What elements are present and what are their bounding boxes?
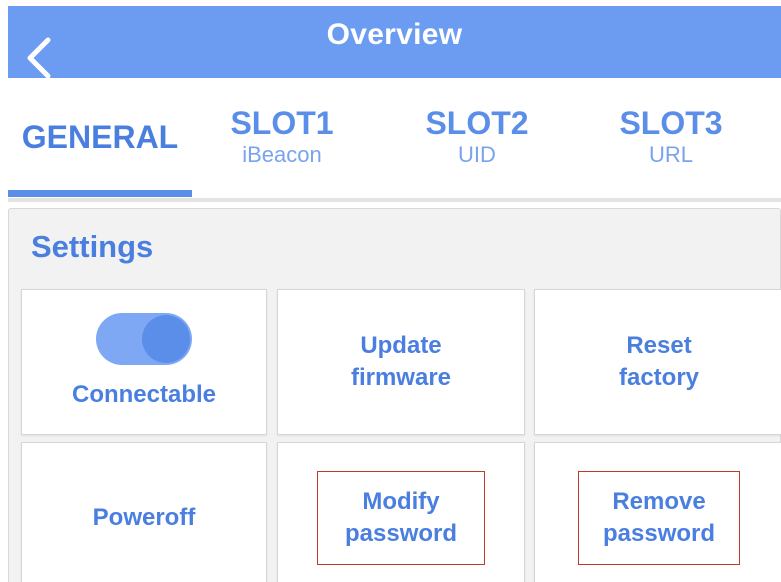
- tab-general[interactable]: GENERAL: [8, 118, 192, 156]
- update-firmware-button[interactable]: Update firmware: [277, 289, 525, 435]
- tab-slot1-label: SLOT1: [230, 105, 334, 141]
- connectable-toggle[interactable]: [96, 313, 192, 365]
- overview-screen: Overview GENERAL SLOT1 iBeacon SLOT2 UID…: [0, 0, 781, 582]
- top-nav-bar: Overview: [8, 6, 781, 79]
- toggle-knob: [142, 315, 190, 363]
- tab-slot3[interactable]: SLOT3 URL: [604, 104, 738, 168]
- modify-password-label: Modify password: [344, 488, 458, 547]
- update-firmware-label: Update firmware: [350, 332, 452, 391]
- tab-slot3-label: SLOT3: [619, 105, 723, 141]
- poweroff-button[interactable]: Poweroff: [21, 442, 267, 582]
- modify-password-button[interactable]: Modify password: [277, 442, 525, 582]
- connectable-label: Connectable: [71, 381, 217, 408]
- tab-divider: [8, 198, 781, 202]
- tab-general-label: GENERAL: [21, 119, 179, 155]
- remove-password-highlight: Remove password: [578, 471, 740, 565]
- modify-password-highlight: Modify password: [317, 471, 485, 565]
- reset-factory-label: Reset factory: [618, 332, 700, 391]
- active-tab-indicator: [8, 190, 192, 197]
- tab-slot3-sub: URL: [648, 142, 693, 167]
- tab-slot2-sub: UID: [458, 142, 496, 167]
- reset-factory-button[interactable]: Reset factory: [534, 289, 781, 435]
- page-title: Overview: [326, 18, 463, 51]
- slot-tabs: GENERAL SLOT1 iBeacon SLOT2 UID SLOT3 UR…: [8, 104, 781, 200]
- remove-password-button[interactable]: Remove password: [534, 442, 781, 582]
- tab-slot1-sub: iBeacon: [242, 142, 322, 167]
- tab-slot2-label: SLOT2: [425, 105, 529, 141]
- remove-password-label: Remove password: [602, 488, 716, 547]
- connectable-cell: Connectable: [21, 289, 267, 435]
- tab-slot1[interactable]: SLOT1 iBeacon: [220, 104, 344, 168]
- tab-slot2[interactable]: SLOT2 UID: [412, 104, 542, 168]
- settings-card: Settings Connectable Update firmware Res…: [8, 208, 781, 582]
- settings-title: Settings: [31, 229, 154, 264]
- poweroff-label: Poweroff: [92, 504, 196, 531]
